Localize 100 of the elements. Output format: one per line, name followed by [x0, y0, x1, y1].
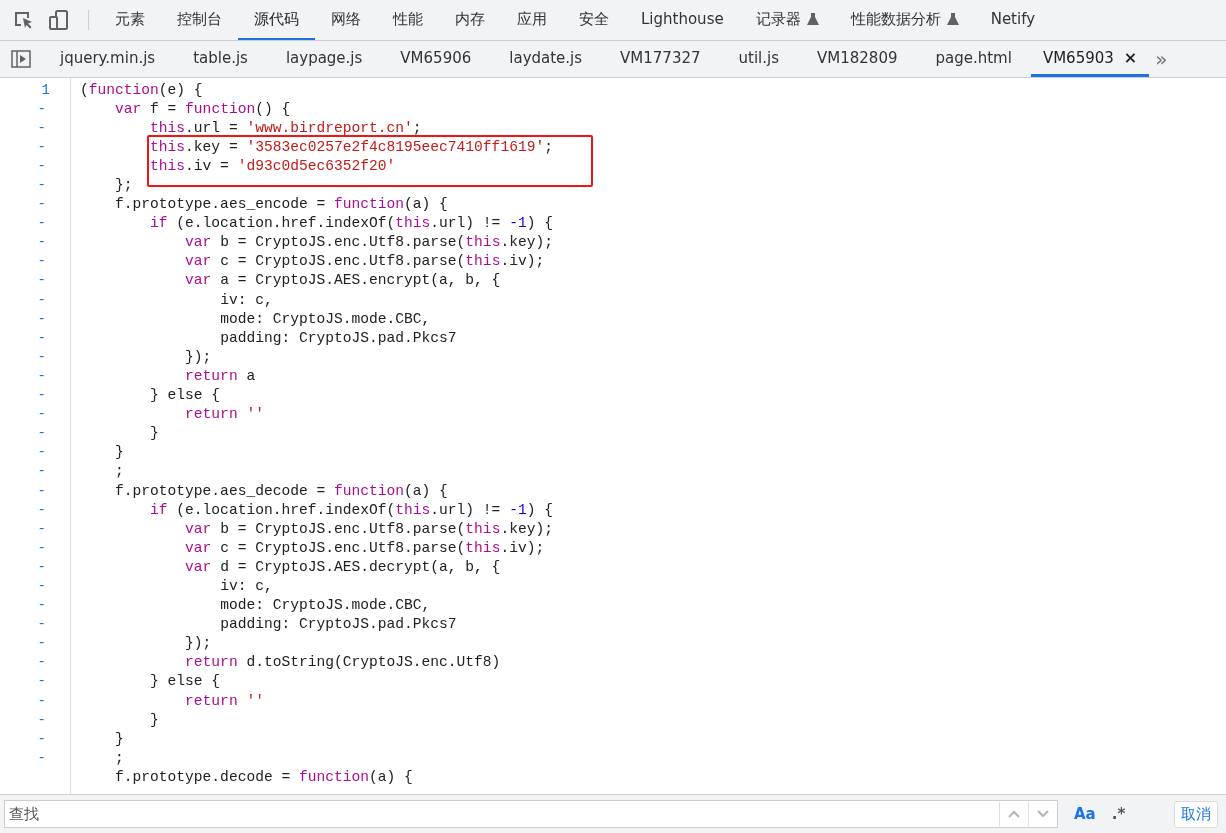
- line-number: -: [37, 215, 46, 232]
- sidebar-toggle-icon[interactable]: [11, 50, 31, 68]
- line-number: -: [37, 520, 46, 537]
- code-line: });: [184, 635, 212, 652]
- code-line: if (e.location.href.indexOf(this.url) != -1) {: [149, 501, 553, 518]
- code-line: }: [114, 730, 124, 747]
- code-line: var f = function() {: [114, 100, 291, 117]
- line-number: -: [37, 597, 46, 614]
- code-line: f.prototype.aes_decode = function(a) {: [114, 482, 448, 499]
- file-tab[interactable]: page.html: [916, 41, 1031, 77]
- code-line: f.prototype.aes_encode = function(a) {: [114, 196, 448, 213]
- line-number: -: [37, 501, 46, 518]
- line-number: -: [37, 578, 46, 594]
- match-case-button[interactable]: Aa: [1074, 805, 1096, 823]
- line-number: -: [37, 654, 46, 671]
- line-number: -: [37, 348, 46, 365]
- code-line: }: [114, 444, 124, 461]
- code-line: padding: CryptoJS.pad.Pkcs7: [219, 616, 457, 633]
- file-tab[interactable]: VM182809: [798, 41, 917, 77]
- code-line: if (e.location.href.indexOf(this.url) != -1) {: [149, 215, 553, 232]
- code-line: return '': [184, 692, 264, 709]
- line-number: -: [37, 253, 46, 270]
- code-line: mode: CryptoJS.mode.CBC,: [219, 310, 431, 327]
- line-number: -: [37, 177, 46, 193]
- code-line: var a = CryptoJS.AES.encrypt(a, b, {: [184, 272, 501, 289]
- code-line: iv: c,: [219, 578, 273, 594]
- code-line: var c = CryptoJS.enc.Utf8.parse(this.iv);: [184, 253, 545, 270]
- close-button[interactable]: ×: [1123, 48, 1138, 67]
- code-line: f.prototype.decode = function(a) {: [114, 768, 413, 785]
- file-tab[interactable]: VM177327: [601, 41, 720, 77]
- line-number: -: [37, 387, 46, 404]
- code-line: } else {: [149, 673, 221, 690]
- line-number: -: [37, 138, 46, 155]
- code-line: return '': [184, 406, 264, 423]
- line-number: -: [37, 196, 46, 213]
- code-line: padding: CryptoJS.pad.Pkcs7: [219, 329, 457, 346]
- code-line: iv: c,: [219, 291, 273, 308]
- line-number: -: [37, 425, 46, 442]
- code-line: };: [114, 177, 133, 193]
- line-number: -: [37, 616, 46, 633]
- code-line: mode: CryptoJS.mode.CBC,: [219, 597, 431, 614]
- file-tab[interactable]: laydate.js: [490, 41, 602, 77]
- line-number: -: [37, 539, 46, 556]
- line-number: -: [37, 635, 46, 652]
- file-tab[interactable]: util.js: [719, 41, 799, 77]
- code-line: return d.toString(CryptoJS.enc.Utf8): [184, 654, 501, 671]
- line-number: -: [37, 329, 46, 346]
- panel-tab[interactable]: 内存: [439, 0, 501, 40]
- code-line: this.url = 'www.birdreport.cn';: [149, 119, 422, 136]
- code-line: var b = CryptoJS.enc.Utf8.parse(this.key);: [184, 520, 553, 537]
- line-number: -: [37, 749, 46, 766]
- code-line: } else {: [149, 387, 221, 404]
- code-line: return a: [184, 367, 256, 384]
- panel-tab[interactable]: 性能数据分析: [834, 0, 975, 40]
- code-line: }: [149, 425, 159, 442]
- line-number: -: [37, 234, 46, 251]
- panel-tab[interactable]: 安全: [563, 0, 625, 40]
- panel-tab[interactable]: 性能: [377, 0, 439, 40]
- code-line: });: [184, 348, 212, 365]
- line-number: -: [37, 444, 46, 461]
- file-tab[interactable]: VM65903 ×: [1030, 41, 1150, 77]
- line-number: -: [37, 100, 46, 117]
- code-line: ;: [114, 463, 124, 480]
- line-number: -: [37, 482, 46, 499]
- file-tab[interactable]: table.js: [174, 41, 267, 77]
- regex-button[interactable]: .*: [1111, 805, 1126, 823]
- file-tab[interactable]: jquery.min.js: [41, 41, 175, 77]
- line-number: -: [37, 291, 46, 308]
- code-line: var d = CryptoJS.AES.decrypt(a, b, {: [184, 558, 501, 575]
- line-number: -: [37, 711, 46, 728]
- line-number: -: [37, 673, 46, 690]
- line-number: -: [37, 119, 46, 136]
- line-number: -: [37, 367, 46, 384]
- file-tab[interactable]: VM65906: [381, 41, 491, 77]
- line-number: -: [37, 558, 46, 575]
- code-line: this.key = '3583ec0257e2f4c8195eec7410ff1619';: [149, 138, 553, 155]
- inspect-icon[interactable]: [12, 9, 34, 31]
- line-number: -: [37, 272, 46, 289]
- cancel-button[interactable]: 取消: [1174, 800, 1218, 828]
- line-number: -: [37, 730, 46, 747]
- code-line: }: [149, 711, 159, 728]
- panel-tab[interactable]: 网络: [315, 0, 377, 40]
- panel-tab[interactable]: 记录器: [739, 0, 835, 40]
- code-line: var c = CryptoJS.enc.Utf8.parse(this.iv);: [184, 539, 545, 556]
- code-line: var b = CryptoJS.enc.Utf8.parse(this.key);: [184, 234, 553, 251]
- line-number: -: [37, 463, 46, 480]
- line-number: -: [37, 692, 46, 709]
- panel-tab[interactable]: 应用: [501, 0, 563, 40]
- line-number: -: [37, 310, 46, 327]
- more-tabs-button[interactable]: »: [1149, 41, 1174, 77]
- panel-tab[interactable]: 元素: [99, 0, 161, 40]
- line-number: 1: [41, 81, 50, 98]
- device-icon[interactable]: [48, 9, 70, 31]
- code-line: (function(e) {: [79, 81, 203, 98]
- panel-tab[interactable]: 控制台: [161, 0, 238, 40]
- file-tab[interactable]: laypage.js: [266, 41, 382, 77]
- panel-tab[interactable]: Netify: [974, 0, 1052, 40]
- code-line: ;: [114, 749, 124, 766]
- line-number: -: [37, 157, 46, 174]
- panel-tab[interactable]: Lighthouse: [625, 0, 740, 40]
